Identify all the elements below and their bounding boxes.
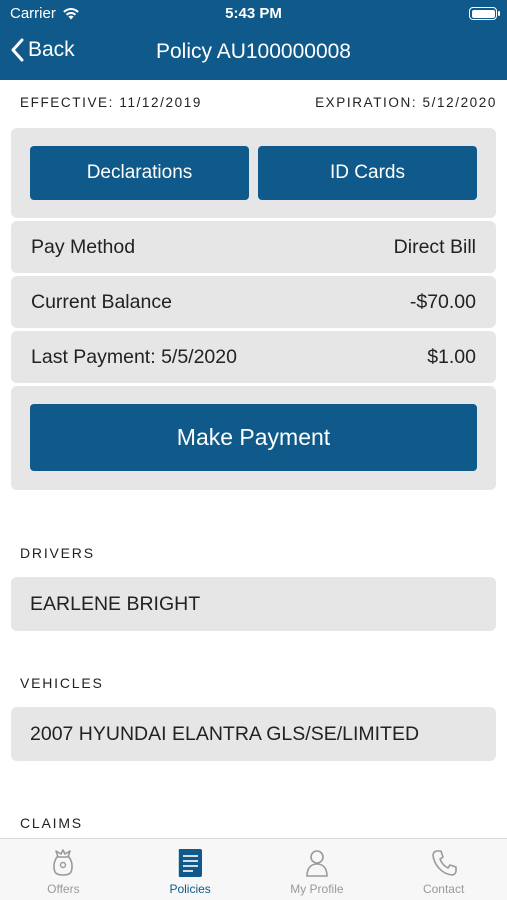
tab-bar: Offers Policies My Profile Contact xyxy=(0,838,507,900)
tab-policies-label: Policies xyxy=(169,882,211,896)
last-payment-row: Last Payment: 5/5/2020 $1.00 xyxy=(11,331,496,383)
pay-method-value: Direct Bill xyxy=(393,235,476,258)
policy-dates: EFFECTIVE: 11/12/2019 EXPIRATION: 5/12/2… xyxy=(20,95,497,113)
app-header: Carrier 5:43 PM Back Policy AU100000008 xyxy=(0,0,507,80)
make-payment-button[interactable]: Make Payment xyxy=(30,404,477,471)
battery-icon xyxy=(469,7,500,20)
expiration-date: EXPIRATION: 5/12/2020 xyxy=(315,95,497,110)
policies-icon xyxy=(177,849,203,877)
pay-method-row: Pay Method Direct Bill xyxy=(11,221,496,273)
documents-card: Declarations ID Cards xyxy=(11,128,496,218)
driver-item[interactable]: EARLENE BRIGHT xyxy=(11,577,496,631)
declarations-button[interactable]: Declarations xyxy=(30,146,249,200)
last-payment-value: $1.00 xyxy=(427,345,476,368)
nav-bar: Back Policy AU100000008 xyxy=(0,30,507,76)
tab-offers[interactable]: Offers xyxy=(0,839,127,900)
last-payment-label: Last Payment: 5/5/2020 xyxy=(31,345,237,368)
current-balance-label: Current Balance xyxy=(31,290,172,313)
offers-icon xyxy=(53,849,74,876)
tab-policies[interactable]: Policies xyxy=(127,839,254,900)
status-time: 5:43 PM xyxy=(225,5,282,22)
id-cards-button[interactable]: ID Cards xyxy=(258,146,477,200)
tab-contact-label: Contact xyxy=(422,882,465,896)
effective-date: EFFECTIVE: 11/12/2019 xyxy=(20,95,202,110)
current-balance-value: -$70.00 xyxy=(409,290,476,313)
claims-heading: CLAIMS xyxy=(20,815,83,831)
status-bar: Carrier 5:43 PM xyxy=(0,0,507,28)
tab-my-profile[interactable]: My Profile xyxy=(254,839,381,900)
pay-method-label: Pay Method xyxy=(31,235,136,258)
tab-contact[interactable]: Contact xyxy=(380,839,507,900)
phone-icon xyxy=(431,850,457,876)
drivers-heading: DRIVERS xyxy=(20,545,95,561)
tab-my-profile-label: My Profile xyxy=(290,882,344,896)
tab-offers-label: Offers xyxy=(47,882,80,896)
payment-card: Make Payment xyxy=(11,386,496,490)
vehicles-heading: VEHICLES xyxy=(20,675,104,691)
page-title: Policy AU100000008 xyxy=(156,40,351,63)
vehicle-item[interactable]: 2007 HYUNDAI ELANTRA GLS/SE/LIMITED xyxy=(11,707,496,761)
profile-icon xyxy=(306,850,328,877)
current-balance-row: Current Balance -$70.00 xyxy=(11,276,496,328)
